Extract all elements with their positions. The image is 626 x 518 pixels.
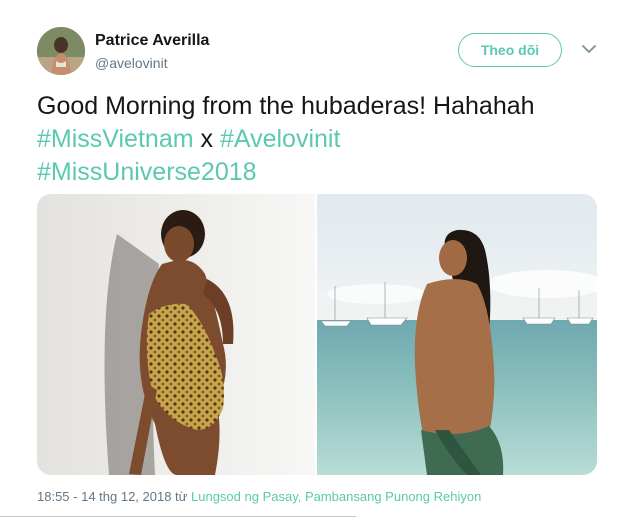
tweet-media [37, 194, 597, 475]
avatar[interactable] [37, 27, 85, 75]
tweet-timestamp[interactable]: 18:55 - 14 thg 12, 2018 từ [37, 489, 187, 504]
tweet-location-link[interactable]: Lungsod ng Pasay, Pambansang Punong Rehi… [191, 489, 481, 504]
hashtag-link[interactable]: #MissUniverse2018 [37, 158, 257, 186]
tweet-photo-1[interactable] [37, 194, 315, 475]
tweet-photo-2[interactable] [317, 194, 597, 475]
tweet-text: Good Morning from the hubaderas! Hahahah… [37, 90, 607, 189]
user-display-name[interactable]: Patrice Averilla [95, 32, 209, 50]
avatar-image [37, 27, 85, 75]
user-handle[interactable]: @avelovinit [95, 55, 168, 71]
tweet-connector-text: x [200, 125, 214, 153]
tweet-lead-text: Good Morning from the hubaderas! Hahahah [37, 92, 535, 120]
follow-button[interactable]: Theo dõi [458, 33, 562, 67]
divider [0, 516, 356, 517]
chevron-down-icon[interactable] [580, 42, 598, 56]
hashtag-link[interactable]: #Avelovinit [220, 125, 340, 153]
tweet-meta: 18:55 - 14 thg 12, 2018 từ Lungsod ng Pa… [37, 489, 481, 504]
hashtag-link[interactable]: #MissVietnam [37, 125, 194, 153]
